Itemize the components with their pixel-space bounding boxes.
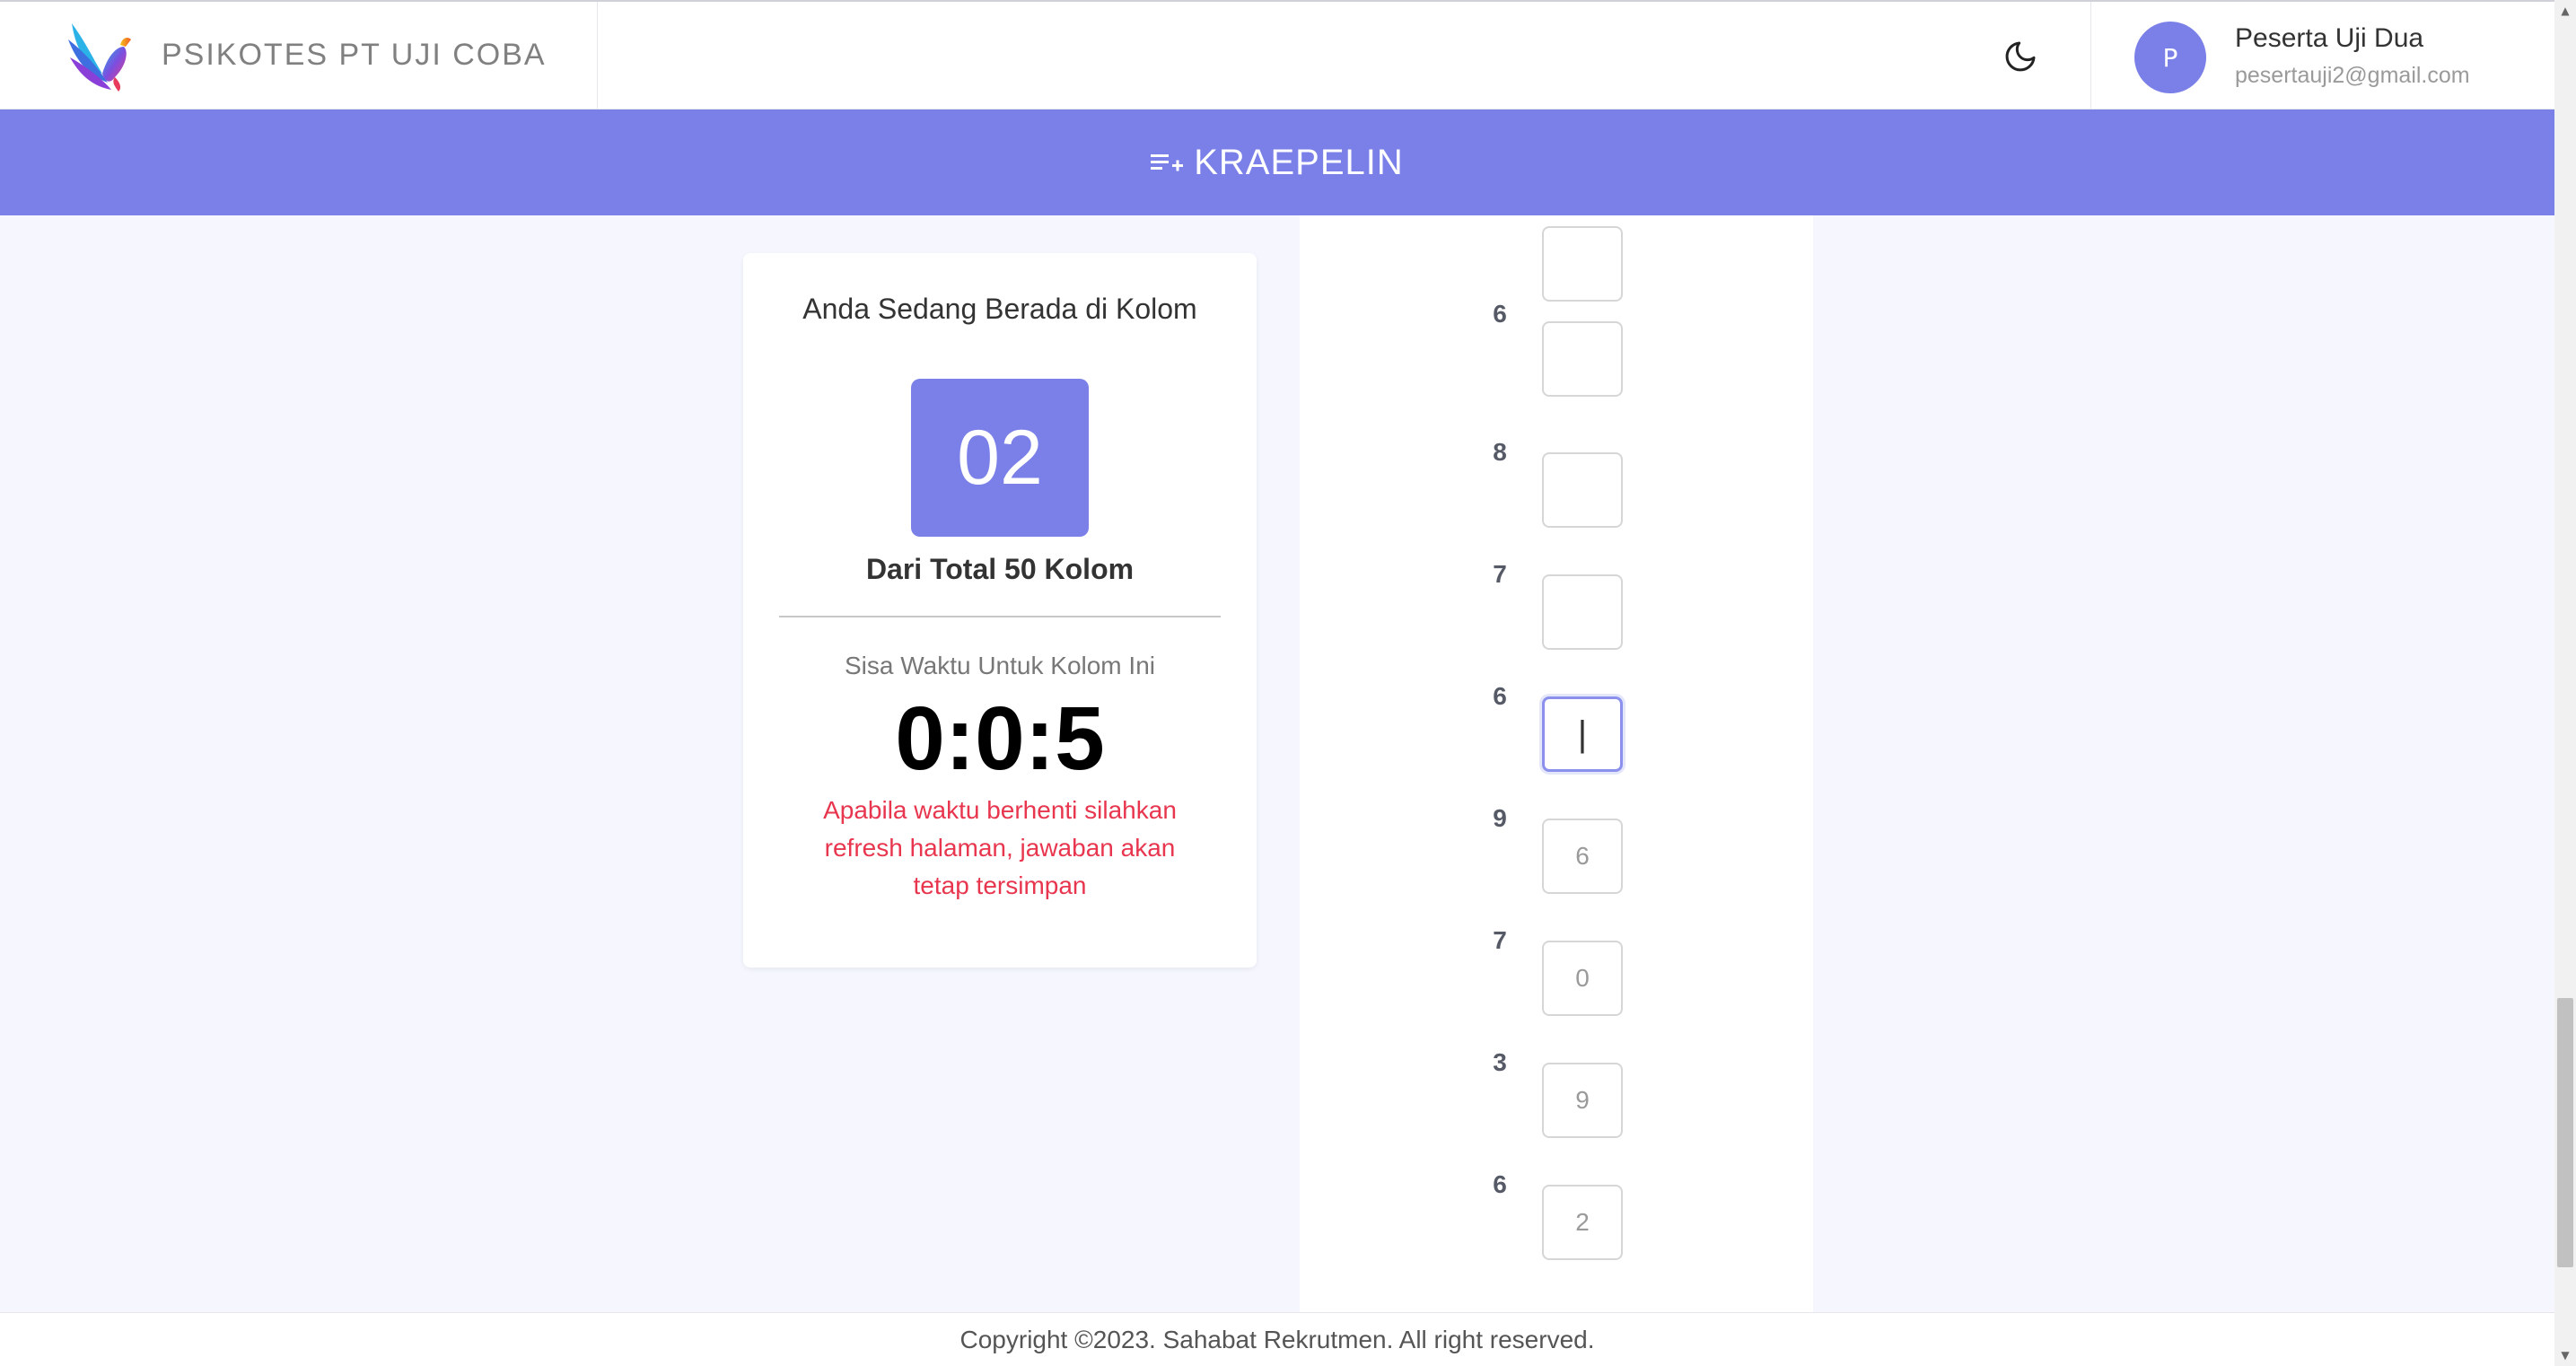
- moon-icon: [2005, 41, 2036, 72]
- answer-input[interactable]: [1542, 941, 1623, 1016]
- question-row: 6: [1300, 1170, 1813, 1292]
- top-navbar: PSIKOTES PT UJI COBA P Peserta Uji Dua p…: [0, 0, 2554, 109]
- footer: Copyright ©2023. Sahabat Rekrutmen. All …: [0, 1312, 2554, 1366]
- question-number: 3: [1493, 1048, 1507, 1076]
- question-number: 6: [1493, 1170, 1507, 1198]
- copyright-text: Copyright ©2023. Sahabat Rekrutmen. All …: [959, 1325, 1595, 1353]
- playlist-add-icon: [1151, 154, 1184, 171]
- question-row: 7: [1300, 926, 1813, 1048]
- brand-title: PSIKOTES PT UJI COBA: [162, 38, 547, 72]
- kraepelin-column[interactable]: 6 8 7 6 9 7 3: [1300, 215, 1813, 1314]
- answer-input[interactable]: [1542, 574, 1623, 650]
- question-number: 6: [1493, 682, 1507, 710]
- question-number: 7: [1493, 926, 1507, 954]
- answer-input[interactable]: [1542, 452, 1623, 528]
- bird-logo-icon: [68, 23, 131, 92]
- user-menu[interactable]: P Peserta Uji Dua pesertauji2@gmail.com: [2090, 2, 2554, 109]
- question-row: 9: [1300, 804, 1813, 926]
- divider: [779, 616, 1221, 617]
- test-title: KRAEPELIN: [1194, 142, 1404, 182]
- answer-input[interactable]: [1542, 226, 1623, 302]
- current-column-number: 02: [911, 379, 1089, 537]
- answer-input[interactable]: [1542, 321, 1623, 397]
- scroll-thumb[interactable]: [2557, 998, 2573, 1267]
- scroll-down-arrow-icon[interactable]: ▼: [2554, 1344, 2576, 1366]
- total-columns-text: Dari Total 50 Kolom: [865, 553, 1135, 585]
- answer-input[interactable]: [1542, 1063, 1623, 1138]
- refresh-warning: Apabila waktu berhenti silahkan refresh …: [823, 796, 1177, 899]
- question-row: 6: [1300, 682, 1813, 804]
- active-answer-input[interactable]: [1542, 696, 1623, 772]
- question-row: 3: [1300, 1048, 1813, 1170]
- question-number: 7: [1493, 560, 1507, 588]
- dark-mode-toggle[interactable]: [1998, 34, 2043, 79]
- brand[interactable]: PSIKOTES PT UJI COBA: [0, 2, 598, 109]
- page: PSIKOTES PT UJI COBA P Peserta Uji Dua p…: [0, 0, 2576, 1366]
- question-row: [1300, 321, 1813, 445]
- user-name: Peserta Uji Dua: [2235, 23, 2424, 53]
- column-info-card: Anda Sedang Berada di Kolom 02 Dari Tota…: [743, 253, 1257, 968]
- answer-input[interactable]: [1542, 1185, 1623, 1260]
- test-title-band: KRAEPELIN: [0, 109, 2554, 215]
- scroll-up-arrow-icon[interactable]: ▲: [2554, 0, 2576, 22]
- page-scrollbar[interactable]: ▲ ▼: [2554, 0, 2576, 1366]
- question-row: 7: [1300, 560, 1813, 682]
- avatar: P: [2134, 22, 2206, 93]
- question-number: 9: [1493, 804, 1507, 832]
- user-email: pesertauji2@gmail.com: [2235, 63, 2470, 88]
- card-heading: Anda Sedang Berada di Kolom: [802, 293, 1197, 325]
- answer-input[interactable]: [1542, 819, 1623, 894]
- remaining-time-label: Sisa Waktu Untuk Kolom Ini: [845, 652, 1155, 679]
- countdown-timer: 0:0:5: [895, 688, 1105, 789]
- question-number: 8: [1493, 438, 1507, 466]
- question-row: 8: [1300, 438, 1813, 560]
